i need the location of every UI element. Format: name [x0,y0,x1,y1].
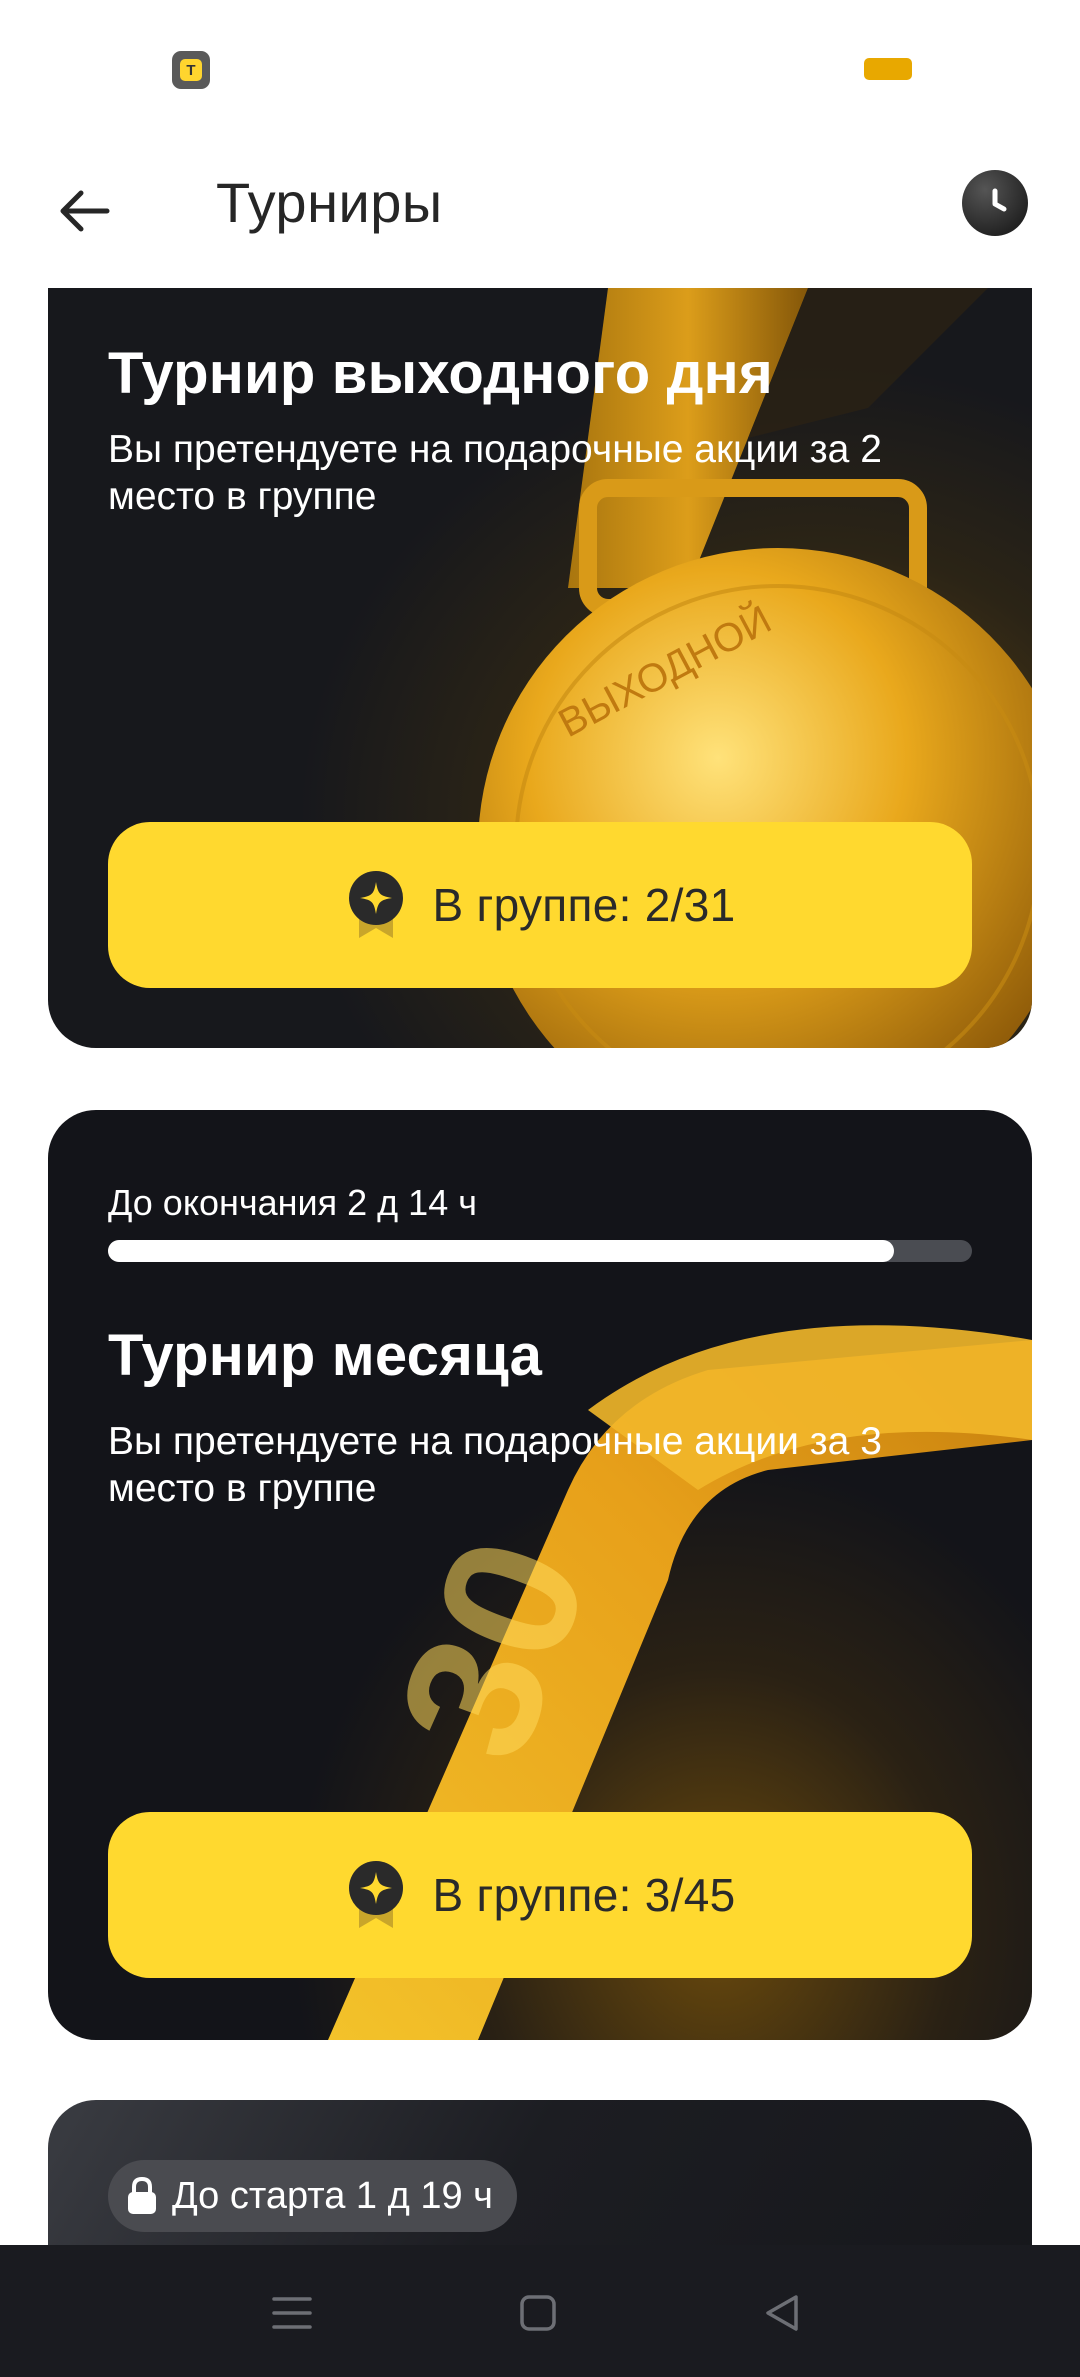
lock-icon [128,2177,156,2214]
arrow-left-icon [60,190,110,232]
menu-icon [272,2297,312,2329]
start-countdown-label: До старта 1 д 19 ч [172,2174,493,2217]
history-button[interactable] [962,170,1028,236]
countdown-label: До окончания 2 д 14 ч [108,1182,477,1223]
battery-icon [864,58,912,80]
month-tournament-card[interactable]: 30 До окончания 2 д 14 ч Турнир месяца В… [48,1110,1032,2040]
system-back-button[interactable] [752,2283,812,2343]
home-button[interactable] [508,2283,568,2343]
back-triangle-icon [766,2295,798,2331]
card-title: Турнир месяца [108,1323,543,1388]
card-description: Вы претендуете на подарочные акции за 3 … [108,1420,882,1510]
group-rank-label: В группе: 2/31 [432,879,736,931]
status-bar: T [0,0,1080,140]
card-description: Вы претендуете на подарочные акции за 2 … [108,428,882,518]
group-rank-label: В группе: 3/45 [432,1869,736,1921]
clock-icon [992,188,1007,212]
app-header: Турниры [0,140,1080,288]
progress-fill [108,1240,895,1262]
system-navigation-bar [0,2245,1080,2377]
group-rank-button[interactable]: В группе: 3/45 [108,1812,972,1978]
home-square-icon [520,2295,556,2331]
app-notification-icon: T [172,51,210,89]
start-countdown-pill: До старта 1 д 19 ч [108,2160,517,2232]
page-title: Турниры [216,171,443,234]
recent-apps-button[interactable] [262,2283,322,2343]
star-medal-icon [348,871,403,938]
group-rank-button[interactable]: В группе: 2/31 [108,822,972,988]
star-medal-icon [348,1861,403,1928]
card-title: Турнир выходного дня [108,341,773,406]
back-button[interactable] [46,173,122,249]
weekend-tournament-card[interactable]: ВЫХОДНОЙ Турнир выходного дня Вы претенд… [48,288,1032,1048]
progress-bar [108,1240,972,1262]
